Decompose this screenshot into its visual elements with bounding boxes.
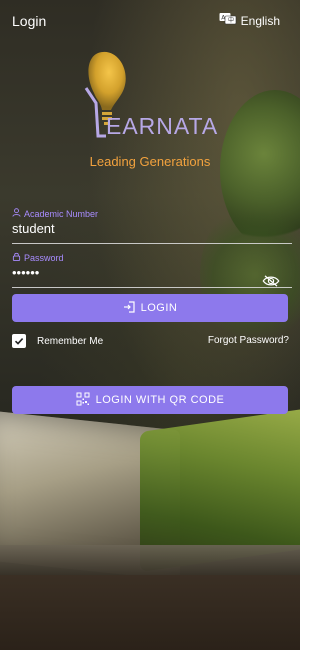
- login-button[interactable]: LOGIN: [12, 294, 288, 322]
- background-book-edge: [0, 545, 300, 575]
- remember-label: Remember Me: [37, 335, 104, 347]
- forgot-password-link[interactable]: Forgot Password?: [208, 335, 289, 346]
- check-icon: [14, 338, 24, 345]
- login-button-label: LOGIN: [140, 302, 178, 314]
- logo-text: EARNATA: [106, 113, 219, 139]
- eye-off-icon[interactable]: [262, 274, 280, 292]
- language-switch[interactable]: A 中 English: [219, 12, 280, 29]
- remember-me[interactable]: Remember Me: [12, 334, 103, 348]
- page-title: Login: [12, 13, 47, 29]
- academic-number-value: student: [12, 221, 55, 236]
- qr-login-button[interactable]: LOGIN WITH QR CODE: [12, 386, 288, 414]
- academic-number-underline: [12, 243, 292, 244]
- login-icon: [123, 300, 141, 316]
- academic-number-label: Academic Number: [24, 208, 99, 219]
- academic-number-label-row: Academic Number: [12, 208, 292, 219]
- qr-code-icon: [76, 392, 96, 409]
- password-label: Password: [24, 252, 64, 263]
- password-field[interactable]: Password ••••••: [12, 252, 292, 288]
- qr-login-button-label: LOGIN WITH QR CODE: [95, 394, 225, 406]
- language-label: English: [240, 13, 280, 28]
- academic-number-field[interactable]: Academic Number student: [12, 208, 292, 244]
- password-value: ••••••: [12, 265, 40, 280]
- lock-icon: [12, 252, 24, 263]
- top-bar: Login A 中 English: [0, 0, 300, 40]
- password-underline: [12, 287, 292, 288]
- password-label-row: Password: [12, 252, 292, 263]
- user-icon: [12, 208, 24, 219]
- tagline: Leading Generations: [89, 154, 211, 169]
- login-screen: Login A 中 English EARNATA Leading Genera…: [0, 0, 300, 650]
- translate-icon: A 中: [219, 12, 241, 29]
- svg-text:中: 中: [228, 16, 234, 24]
- remember-checkbox[interactable]: [12, 334, 26, 348]
- background-table: [0, 575, 300, 650]
